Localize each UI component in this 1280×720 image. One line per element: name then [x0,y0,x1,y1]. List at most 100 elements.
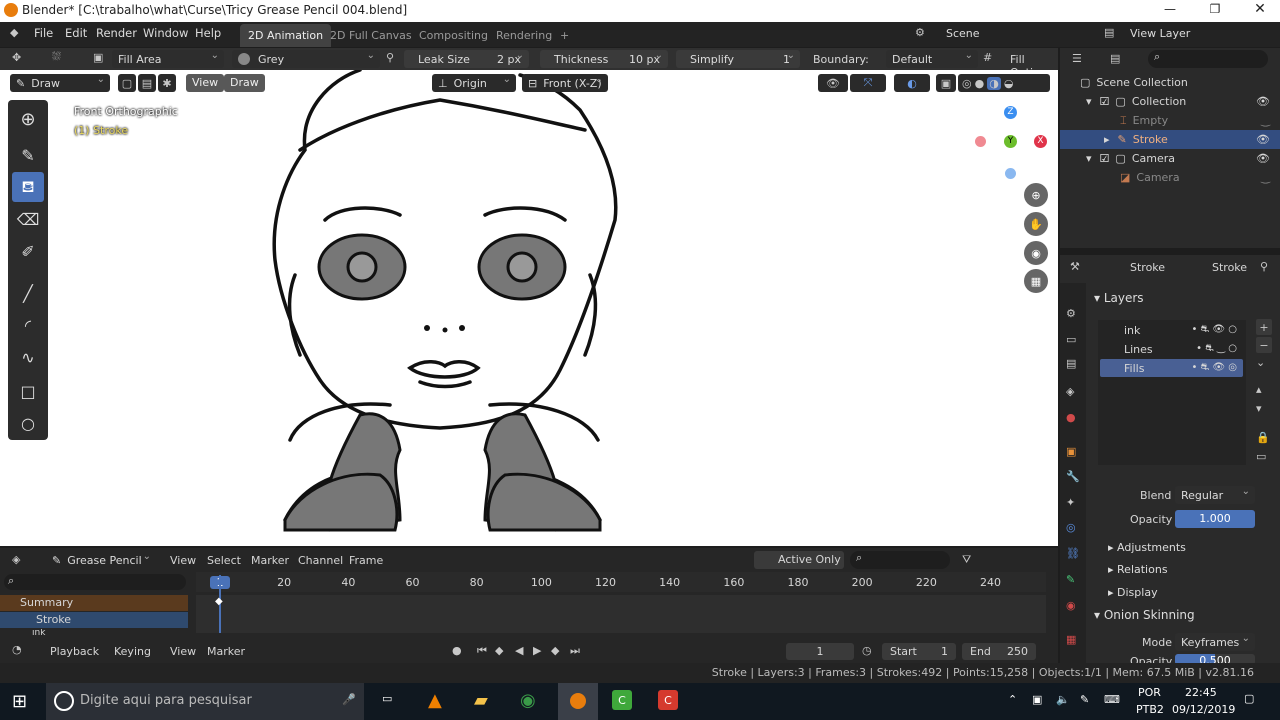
tab-2d-full-canvas[interactable]: 2D Full Canvas [322,24,420,47]
tab-2d-animation[interactable]: 2D Animation [240,24,332,47]
grid-icon[interactable]: # [983,51,992,64]
xray-icon[interactable]: ▣ [936,74,956,92]
properties-editor-icon[interactable]: ⚒ [1070,260,1080,273]
filter-icon[interactable]: ⛛ [962,553,971,567]
language-indicator[interactable]: POR [1138,686,1161,699]
outliner-item-camera-collection[interactable]: ▾ ☑ ▢ Camera 👁 [1060,149,1280,168]
clock-icon[interactable]: ◷ [862,644,872,657]
editor-type-icon[interactable]: ◔ [12,643,22,656]
channel-summary[interactable]: Summary [0,595,188,611]
chrome-icon[interactable]: ◉ [520,690,536,711]
keyframe-area[interactable] [196,595,1046,633]
checkbox-icon[interactable]: ☑ [1100,152,1110,165]
jump-start-icon[interactable]: ⏮ [477,644,487,658]
timeline-menu-marker[interactable]: Marker [251,554,289,567]
fill-tool-icon[interactable]: ⛾ [12,172,44,202]
mode-selector[interactable]: ✎ Draw [10,74,110,92]
outliner-search-input[interactable]: ⌕ [1148,50,1268,68]
play-reverse-icon[interactable]: ◀ [515,644,523,657]
timeline-menu-channel[interactable]: Channel [298,554,343,567]
wireframe-shading-icon[interactable]: ◎ [962,77,972,90]
keyframe-diamond-icon[interactable]: ◆ [215,596,223,607]
move-down-icon[interactable]: ▾ [1256,402,1262,415]
clock-date[interactable]: 09/12/2019 [1172,703,1235,716]
channel-ink[interactable]: ink [0,629,188,635]
move-up-icon[interactable]: ▴ [1256,383,1262,396]
layer-icons[interactable]: • ⛐ ‿ ○ [1196,343,1237,356]
editor-type-icon[interactable]: ◈ [12,553,20,566]
tray-network-icon[interactable]: ▣ [1032,693,1042,706]
timeline-menu-select[interactable]: Select [207,554,241,567]
layers-panel-header[interactable]: ▾ Layers [1094,291,1144,305]
layer-icons[interactable]: • ⛐ 👁 ◎ [1192,362,1238,375]
blend-selector[interactable]: Regular [1175,486,1255,504]
tint-tool-icon[interactable]: ✐ [12,236,44,266]
filter-icon[interactable]: ▤ [1110,52,1120,65]
snap-icon[interactable]: ✱ [158,74,176,92]
keying-menu[interactable]: Keying [114,645,151,658]
tab-tool-icon[interactable]: ⚙ [1066,307,1076,320]
file-explorer-icon[interactable]: ▰ [474,690,488,711]
channel-search-input[interactable]: ⌕ [4,574,186,590]
thickness-field[interactable]: Thickness 10 px [540,50,668,68]
add-workspace-button[interactable]: + [552,24,577,47]
vlc-app-icon[interactable]: ▲ [428,690,442,711]
notification-icon[interactable]: ▢ [1244,692,1254,705]
multiframe-icon[interactable]: ▢ [118,74,136,92]
end-frame-field[interactable]: End 250 [962,643,1036,660]
tray-volume-icon[interactable]: 🔈 [1056,693,1070,706]
eye-icon[interactable]: 👁 [1256,95,1270,108]
material-selector[interactable]: Grey [232,50,380,68]
arc-tool-icon[interactable]: ◜ [12,310,44,340]
prev-keyframe-icon[interactable]: ◆ [495,644,503,657]
timeline-menu-view[interactable]: View [170,554,196,567]
menu-help[interactable]: Help [195,26,221,40]
adjustments-section[interactable]: ▸ Adjustments [1108,541,1186,554]
menu-render[interactable]: Render [96,26,137,40]
circle-tool-icon[interactable]: ○ [12,408,44,438]
tab-rendering[interactable]: Rendering [488,24,560,47]
brush-selector[interactable]: Fill Area [112,50,224,68]
layer-item-fills[interactable]: Fills • ⛐ 👁 ◎ [1100,359,1243,377]
remove-layer-icon[interactable]: − [1256,337,1272,353]
tab-object-icon[interactable]: ▣ [1066,445,1076,458]
blender-app-icon[interactable] [558,683,598,720]
camtasia-app-icon[interactable]: C [612,690,632,710]
active-only-toggle[interactable]: Active Only [754,551,844,569]
layer-icons[interactable]: • ⛐ 👁 ○ [1192,324,1238,337]
jump-end-icon[interactable]: ⏭ [570,644,580,658]
menu-file[interactable]: File [34,26,53,40]
timeline-menu-frame[interactable]: Frame [349,554,383,567]
tab-physics-icon[interactable]: ◎ [1066,521,1076,534]
pan-hand-icon[interactable]: ✋ [1024,212,1048,236]
outliner-item-empty[interactable]: ⌶ Empty ‿ [1060,111,1280,130]
layer-item-lines[interactable]: Lines • ⛐ ‿ ○ [1100,340,1243,358]
tray-keyboard-icon[interactable]: ⌨ [1104,693,1120,706]
simplify-field[interactable]: Simplify 1 [676,50,800,68]
camera-view-icon[interactable]: ◉ [1024,241,1048,265]
draw-tool-icon[interactable]: ✎ [12,140,44,170]
current-frame-field[interactable]: 1 [786,643,854,660]
tab-texture-icon[interactable]: ▦ [1066,633,1076,646]
expand-icon[interactable]: ▾ [1086,152,1092,165]
zoom-icon[interactable]: ⊕ [1024,183,1048,207]
relations-section[interactable]: ▸ Relations [1108,563,1168,576]
brush-icon[interactable]: ▣ [93,51,103,64]
microphone-icon[interactable]: 🎤 [342,693,356,706]
outliner-item-stroke[interactable]: ▸ ✎ Stroke 👁 [1060,130,1280,149]
tray-pen-icon[interactable]: ✎ [1080,693,1089,706]
tab-compositing[interactable]: Compositing [411,24,496,47]
tray-chevron-icon[interactable]: ⌃ [1008,693,1017,706]
tab-material-icon[interactable]: ◉ [1066,599,1076,612]
outliner-scene-collection[interactable]: ▢ Scene Collection [1060,73,1280,92]
add-layer-icon[interactable]: + [1256,319,1272,335]
eye-icon[interactable]: ‿ [1261,171,1270,184]
3d-viewport[interactable]: Front Orthographic (1) Stroke Z Y X ⊕ ✋ … [0,70,1058,546]
tab-effects-icon[interactable]: ✦ [1066,496,1075,509]
display-section[interactable]: ▸ Display [1108,586,1158,599]
orientation-selector[interactable]: ⊟ Front (X-Z) [522,74,608,92]
channel-stroke[interactable]: Stroke [0,612,188,628]
tab-data-icon[interactable]: ✎ [1066,573,1075,586]
dope-sheet-mode[interactable]: ✎ Grease Pencil [46,551,156,569]
playback-menu[interactable]: Playback [50,645,99,658]
